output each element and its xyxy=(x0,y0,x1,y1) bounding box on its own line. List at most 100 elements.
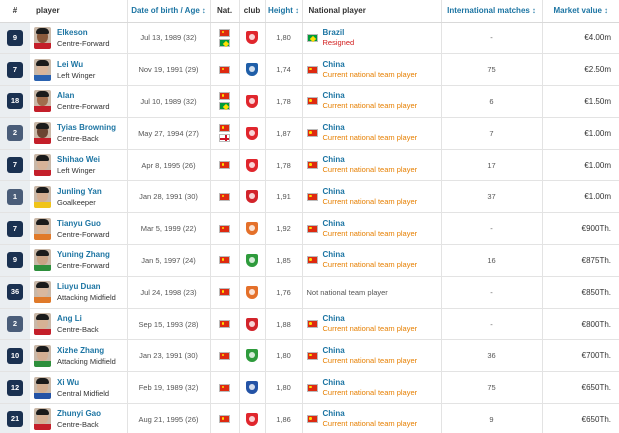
player-position: Centre-Forward xyxy=(57,229,110,239)
nationality-flags xyxy=(211,192,239,201)
player-avatar[interactable] xyxy=(34,249,51,272)
shanghai-shenhua-crest-icon[interactable] xyxy=(246,381,258,395)
national-team-link[interactable]: China xyxy=(323,187,418,197)
player-avatar[interactable] xyxy=(34,90,51,113)
avatar-shirt xyxy=(34,297,51,304)
market-value-link[interactable]: €650Th. xyxy=(541,403,619,433)
player-name-link[interactable]: Xi Wu xyxy=(57,377,109,388)
table-row: 2 Tyias Browning Centre-Back May 27, 199… xyxy=(0,117,619,150)
national-team-link[interactable]: China xyxy=(323,91,418,101)
player-name-link[interactable]: Tyias Browning xyxy=(57,122,116,133)
player-cell: Tianyu Guo Centre-Forward xyxy=(30,212,127,246)
china-flag-icon xyxy=(219,415,230,424)
national-team-link[interactable]: China xyxy=(323,219,418,229)
header-intl-matches-label: International matches xyxy=(447,6,530,16)
international-matches: 75 xyxy=(440,371,542,405)
player-name-link[interactable]: Lei Wu xyxy=(57,59,95,70)
player-avatar[interactable] xyxy=(34,313,51,336)
brazil-flag-icon xyxy=(306,33,318,42)
player-cell: Elkeson Centre-Forward xyxy=(30,22,127,55)
market-value-link[interactable]: €2.50m xyxy=(541,53,619,87)
player-name-link[interactable]: Xizhe Zhang xyxy=(57,345,116,356)
player-name-link[interactable]: Zhunyi Gao xyxy=(57,408,101,419)
player-name-link[interactable]: Liuyu Duan xyxy=(57,281,116,292)
player-avatar[interactable] xyxy=(34,344,51,367)
nationality-cell xyxy=(209,339,239,373)
market-value-link[interactable]: €900Th. xyxy=(541,212,619,246)
header-height-sort[interactable]: Height ↕ xyxy=(264,0,302,23)
national-team-link[interactable]: China xyxy=(323,60,418,70)
international-matches: 16 xyxy=(440,244,542,277)
player-height: 1,74 xyxy=(264,53,302,87)
market-value-link[interactable]: €875Th. xyxy=(541,244,619,277)
guangzhou-crest-icon[interactable] xyxy=(246,94,258,108)
china-flag-icon xyxy=(219,383,230,392)
beijing-guoan-crest-icon[interactable] xyxy=(246,349,258,363)
player-avatar[interactable] xyxy=(34,26,51,49)
guangzhou-crest-icon[interactable] xyxy=(246,158,258,172)
club-cell xyxy=(238,308,265,341)
player-avatar[interactable] xyxy=(34,376,51,399)
guangzhou-crest-icon[interactable] xyxy=(246,126,258,140)
header-intl-matches-sort[interactable]: International matches ↕ xyxy=(440,0,542,23)
player-cell: Tyias Browning Centre-Back xyxy=(30,117,127,150)
player-avatar[interactable] xyxy=(34,185,51,208)
avatar-hair xyxy=(36,91,49,98)
national-team-link[interactable]: China xyxy=(323,123,418,133)
player-avatar[interactable] xyxy=(34,408,51,431)
shirt-number-cell: 2 xyxy=(0,308,30,341)
market-value-link[interactable]: €700Th. xyxy=(541,339,619,373)
nationality-cell xyxy=(209,403,239,433)
header-market-value-sort[interactable]: Market value ↕ xyxy=(541,0,619,23)
shandong-crest-icon[interactable] xyxy=(246,285,258,299)
player-name-link[interactable]: Junling Yan xyxy=(57,186,102,197)
shandong-crest-icon[interactable] xyxy=(246,222,258,236)
player-height: 1,78 xyxy=(264,149,302,182)
header-dob-sort[interactable]: Date of birth / Age ↕ xyxy=(126,0,210,23)
avatar-hair xyxy=(36,59,49,66)
market-value-link[interactable]: €800Th. xyxy=(541,308,619,341)
player-avatar[interactable] xyxy=(34,58,51,81)
player-avatar[interactable] xyxy=(34,122,51,145)
market-value-link[interactable]: €1.00m xyxy=(541,149,619,182)
market-value-link[interactable]: €4.00m xyxy=(541,22,619,55)
player-height: 1,87 xyxy=(264,117,302,150)
espanyol-crest-icon[interactable] xyxy=(246,63,258,77)
market-value-link[interactable]: €1.50m xyxy=(541,85,619,118)
player-name-link[interactable]: Alan xyxy=(57,90,110,101)
national-team-link[interactable]: Brazil xyxy=(323,28,355,38)
player-avatar[interactable] xyxy=(34,154,51,177)
national-team-link[interactable]: China xyxy=(323,314,418,324)
club-cell xyxy=(238,22,265,55)
guangzhou-crest-icon[interactable] xyxy=(246,412,258,426)
player-name-link[interactable]: Ang Li xyxy=(57,313,99,324)
player-avatar[interactable] xyxy=(34,217,51,240)
player-cell: Shihao Wei Left Winger xyxy=(30,149,127,182)
table-row: 9 Elkeson Centre-Forward Jul 13, 1989 (3… xyxy=(0,22,619,55)
national-team-link[interactable]: China xyxy=(323,250,418,260)
player-height: 1,85 xyxy=(264,244,302,277)
player-name-link[interactable]: Elkeson xyxy=(57,27,110,38)
player-name-link[interactable]: Yuning Zhang xyxy=(57,249,110,260)
player-name-link[interactable]: Shihao Wei xyxy=(57,154,100,165)
market-value-link[interactable]: €1.00m xyxy=(541,180,619,214)
player-name-link[interactable]: Tianyu Guo xyxy=(57,218,110,229)
sort-icon: ↕ xyxy=(603,6,608,16)
avatar-shirt xyxy=(34,42,51,49)
shanghai-port-crest-icon[interactable] xyxy=(246,317,258,331)
header-nationality: Nat. xyxy=(209,0,239,23)
date-of-birth: May 27, 1994 (27) xyxy=(126,117,210,150)
guangzhou-crest-icon[interactable] xyxy=(246,31,258,45)
shanghai-port-crest-icon[interactable] xyxy=(246,190,258,204)
national-player-cell: China Current national team player xyxy=(301,244,441,277)
national-team-link[interactable]: China xyxy=(323,346,418,356)
player-avatar[interactable] xyxy=(34,281,51,304)
beijing-guoan-crest-icon[interactable] xyxy=(246,253,258,267)
national-team-link[interactable]: China xyxy=(323,378,418,388)
national-team-link[interactable]: China xyxy=(323,409,418,419)
player-height: 1,80 xyxy=(264,22,302,55)
national-team-link[interactable]: China xyxy=(323,155,418,165)
market-value-link[interactable]: €850Th. xyxy=(541,276,619,309)
market-value-link[interactable]: €1.00m xyxy=(541,117,619,150)
market-value-link[interactable]: €650Th. xyxy=(541,371,619,405)
